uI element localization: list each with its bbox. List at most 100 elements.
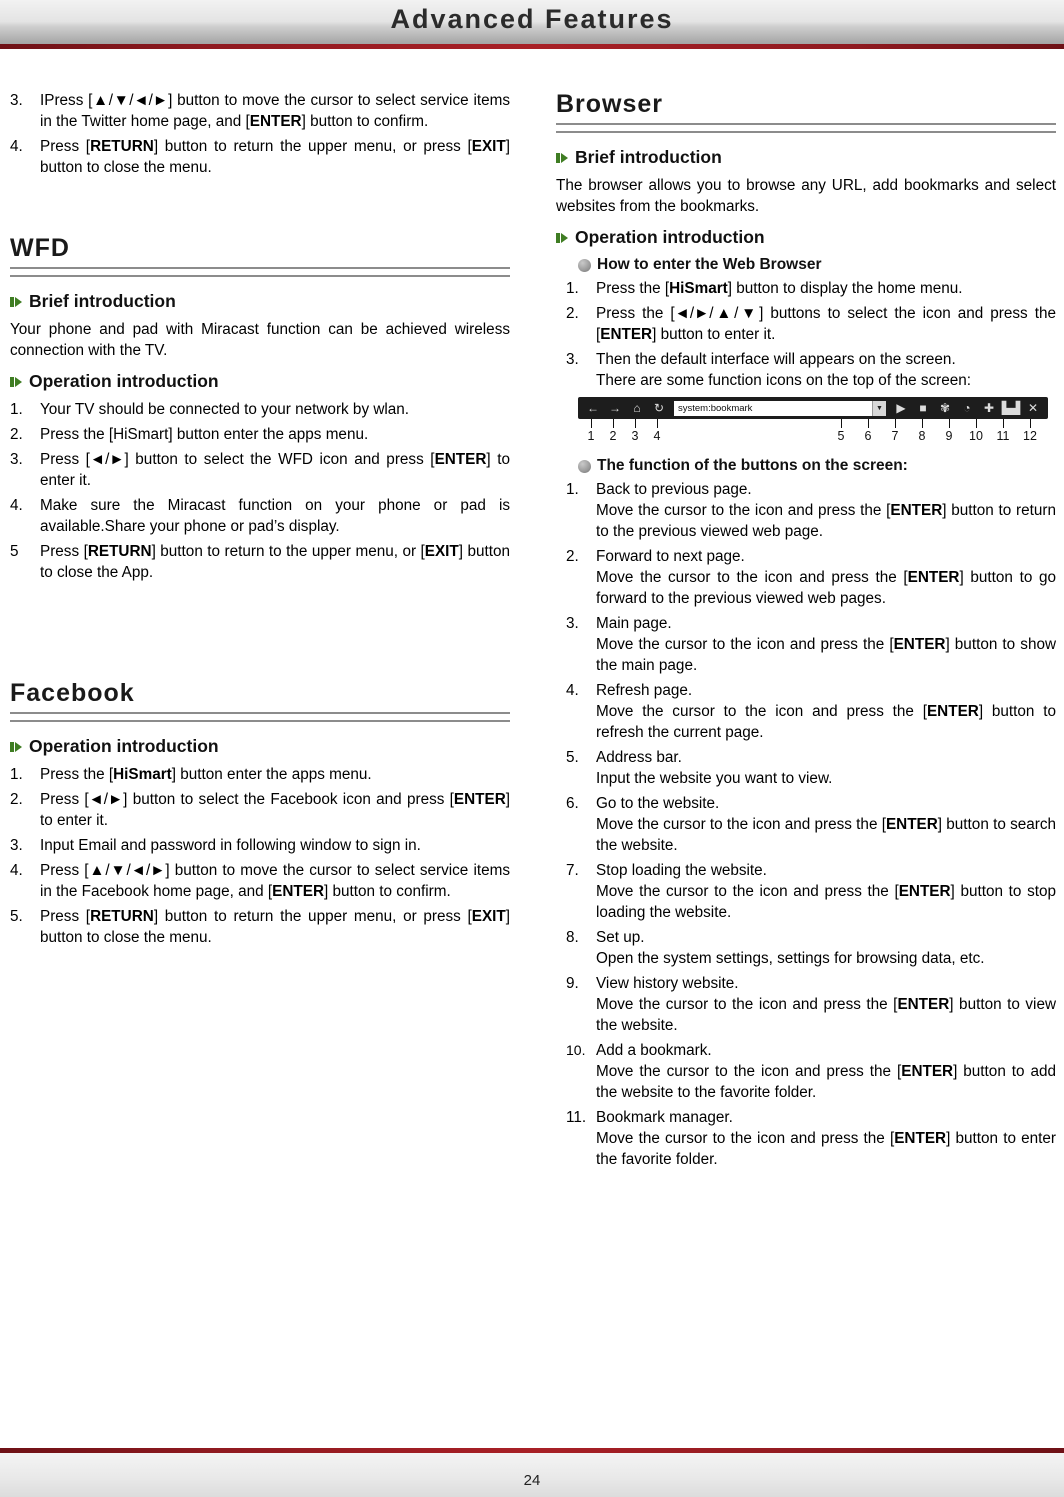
browser-brief-heading: Brief introduction [556, 147, 1056, 168]
enter-browser-heading: How to enter the Web Browser [578, 256, 1056, 274]
facebook-operation-heading: Operation introduction [10, 736, 510, 757]
section-divider [10, 712, 510, 722]
heading-label: Operation introduction [575, 227, 765, 247]
list-item-number: 3. [566, 615, 579, 632]
browser-toolbar: ← → ⌂ ↻ system:bookmark ▼ ▶ ■ ✾ ◔ ✚ ▙▟ ✕ [578, 397, 1048, 419]
list-item: 8. Set up. Open the system settings, set… [566, 927, 1056, 969]
callout-label: 12 [1023, 429, 1037, 443]
list-item: 4. Refresh page. Move the cursor to the … [566, 680, 1056, 743]
list-item: 4. Press [▲/▼/◄/►] button to move the cu… [10, 860, 510, 902]
list-item: 9. View history website. Move the cursor… [566, 973, 1056, 1036]
arrow-bullet-icon [10, 296, 22, 308]
close-icon[interactable]: ✕ [1022, 397, 1044, 419]
settings-icon[interactable]: ✾ [934, 397, 956, 419]
page-title: Advanced Features [390, 4, 674, 34]
list-item-number: 3. [10, 837, 23, 854]
callout-label: 3 [631, 429, 639, 443]
list-item-number: 1. [566, 481, 579, 498]
callout-label: 9 [945, 429, 953, 443]
refresh-icon[interactable]: ↻ [648, 397, 670, 419]
history-icon[interactable]: ◔ [956, 397, 978, 419]
section-title-wfd: WFD [10, 234, 70, 262]
arrow-bullet-icon [556, 152, 568, 164]
right-column: Browser Brief introduction The browser a… [556, 90, 1056, 1174]
page-header: Advanced Features [0, 0, 1064, 48]
list-item-number: 3. [10, 451, 23, 468]
list-item-number: 5 [10, 543, 19, 560]
add-bookmark-icon[interactable]: ✚ [978, 397, 1000, 419]
back-icon[interactable]: ← [582, 397, 604, 419]
list-item-text: Your TV should be connected to your netw… [40, 401, 410, 418]
list-item-text: Press [RETURN] button to return the uppe… [40, 138, 510, 176]
list-item: 4. Press [RETURN] button to return the u… [10, 136, 510, 178]
list-item-text: Back to previous page. Move the cursor t… [596, 481, 1056, 542]
function-title: Go to the website. [596, 795, 720, 812]
callout-label: 5 [837, 429, 845, 443]
stop-icon[interactable]: ■ [912, 397, 934, 419]
list-item-number: 10. [566, 1042, 586, 1058]
section-divider [10, 267, 510, 277]
list-item-number: 11. [566, 1109, 587, 1126]
callout-label: 1 [587, 429, 595, 443]
list-item: 2. Press [◄/►] button to select the Face… [10, 789, 510, 831]
callout-label: 6 [864, 429, 872, 443]
list-item-text: Refresh page. Move the cursor to the ico… [596, 682, 1056, 743]
list-item: 7. Stop loading the website. Move the cu… [566, 860, 1056, 923]
wfd-operation-heading: Operation introduction [10, 371, 510, 392]
browser-operation-heading: Operation introduction [556, 227, 1056, 248]
bookmark-manager-icon[interactable]: ▙▟ [1000, 397, 1022, 419]
list-item-text: Press the [HiSmart] button to display th… [596, 280, 963, 297]
callout-label: 7 [891, 429, 899, 443]
list-item-number: 3. [10, 92, 23, 109]
callout-label: 4 [653, 429, 661, 443]
list-item-text: Press [▲/▼/◄/►] button to move the curso… [40, 862, 510, 900]
list-item-text: Address bar. Input the website you want … [596, 749, 1056, 789]
function-detail: Open the system settings, settings for b… [596, 950, 985, 967]
list-item-text: Set up. Open the system settings, settin… [596, 929, 1056, 969]
list-item-text: Go to the website. Move the cursor to th… [596, 795, 1056, 856]
header-divider [0, 44, 1064, 49]
section-title-browser: Browser [556, 90, 664, 118]
list-item: 3. IPress [▲/▼/◄/►] button to move the c… [10, 90, 510, 132]
arrow-bullet-icon [556, 232, 568, 244]
list-item: 6. Go to the website. Move the cursor to… [566, 793, 1056, 856]
function-detail: Move the cursor to the icon and press th… [596, 996, 1056, 1034]
callout-label: 8 [918, 429, 926, 443]
browser-brief-text: The browser allows you to browse any URL… [556, 177, 1056, 215]
list-item-number: 4. [10, 138, 23, 155]
callout-label: 11 [996, 429, 1010, 443]
go-icon[interactable]: ▶ [890, 397, 912, 419]
heading-label: Operation introduction [29, 371, 219, 391]
list-item-number: 2. [566, 548, 579, 565]
forward-icon[interactable]: → [604, 397, 626, 419]
home-icon[interactable]: ⌂ [626, 397, 648, 419]
list-item-text: Press the [HiSmart] button enter the app… [40, 426, 369, 443]
list-item: 3. Main page. Move the cursor to the ico… [566, 613, 1056, 676]
list-item-number: 4. [10, 497, 23, 514]
address-input[interactable]: system:bookmark ▼ [674, 400, 886, 416]
list-item-number: 7. [566, 862, 579, 879]
list-item: 5 Press [RETURN] button to return to the… [10, 541, 510, 583]
list-item: 10. Add a bookmark. Move the cursor to t… [566, 1040, 1056, 1103]
wfd-brief-heading: Brief introduction [10, 291, 510, 312]
list-item: 11. Bookmark manager. Move the cursor to… [566, 1107, 1056, 1170]
list-item: 1. Back to previous page. Move the curso… [566, 479, 1056, 542]
list-item-text: Press [RETURN] button to return to the u… [40, 543, 511, 581]
chevron-down-icon[interactable]: ▼ [872, 400, 886, 416]
list-item-text: Bookmark manager. Move the cursor to the… [596, 1109, 1056, 1170]
facebook-steps-list: 1. Press the [HiSmart] button enter the … [10, 764, 510, 948]
function-detail: Input the website you want to view. [596, 770, 833, 787]
list-item-number: 2. [566, 305, 579, 322]
list-item: 3. Press [◄/►] button to select the WFD … [10, 449, 510, 491]
heading-label: The function of the buttons on the scree… [597, 457, 908, 474]
list-item-text: Press [◄/►] button to select the WFD ico… [40, 451, 510, 489]
heading-label: Brief introduction [29, 291, 176, 311]
function-title: Main page. [596, 615, 672, 632]
list-item-text: Press the [◄/►/▲/▼] buttons to select th… [596, 305, 1056, 343]
function-title: Back to previous page. [596, 481, 752, 498]
list-item-number: 2. [10, 791, 23, 808]
browser-function-list: 1. Back to previous page. Move the curso… [566, 479, 1056, 1170]
browser-toolbar-figure: ← → ⌂ ↻ system:bookmark ▼ ▶ ■ ✾ ◔ ✚ ▙▟ ✕… [578, 397, 1048, 449]
step-line-1: Then the default interface will appears … [596, 351, 956, 368]
list-item-text: Main page. Move the cursor to the icon a… [596, 615, 1056, 676]
